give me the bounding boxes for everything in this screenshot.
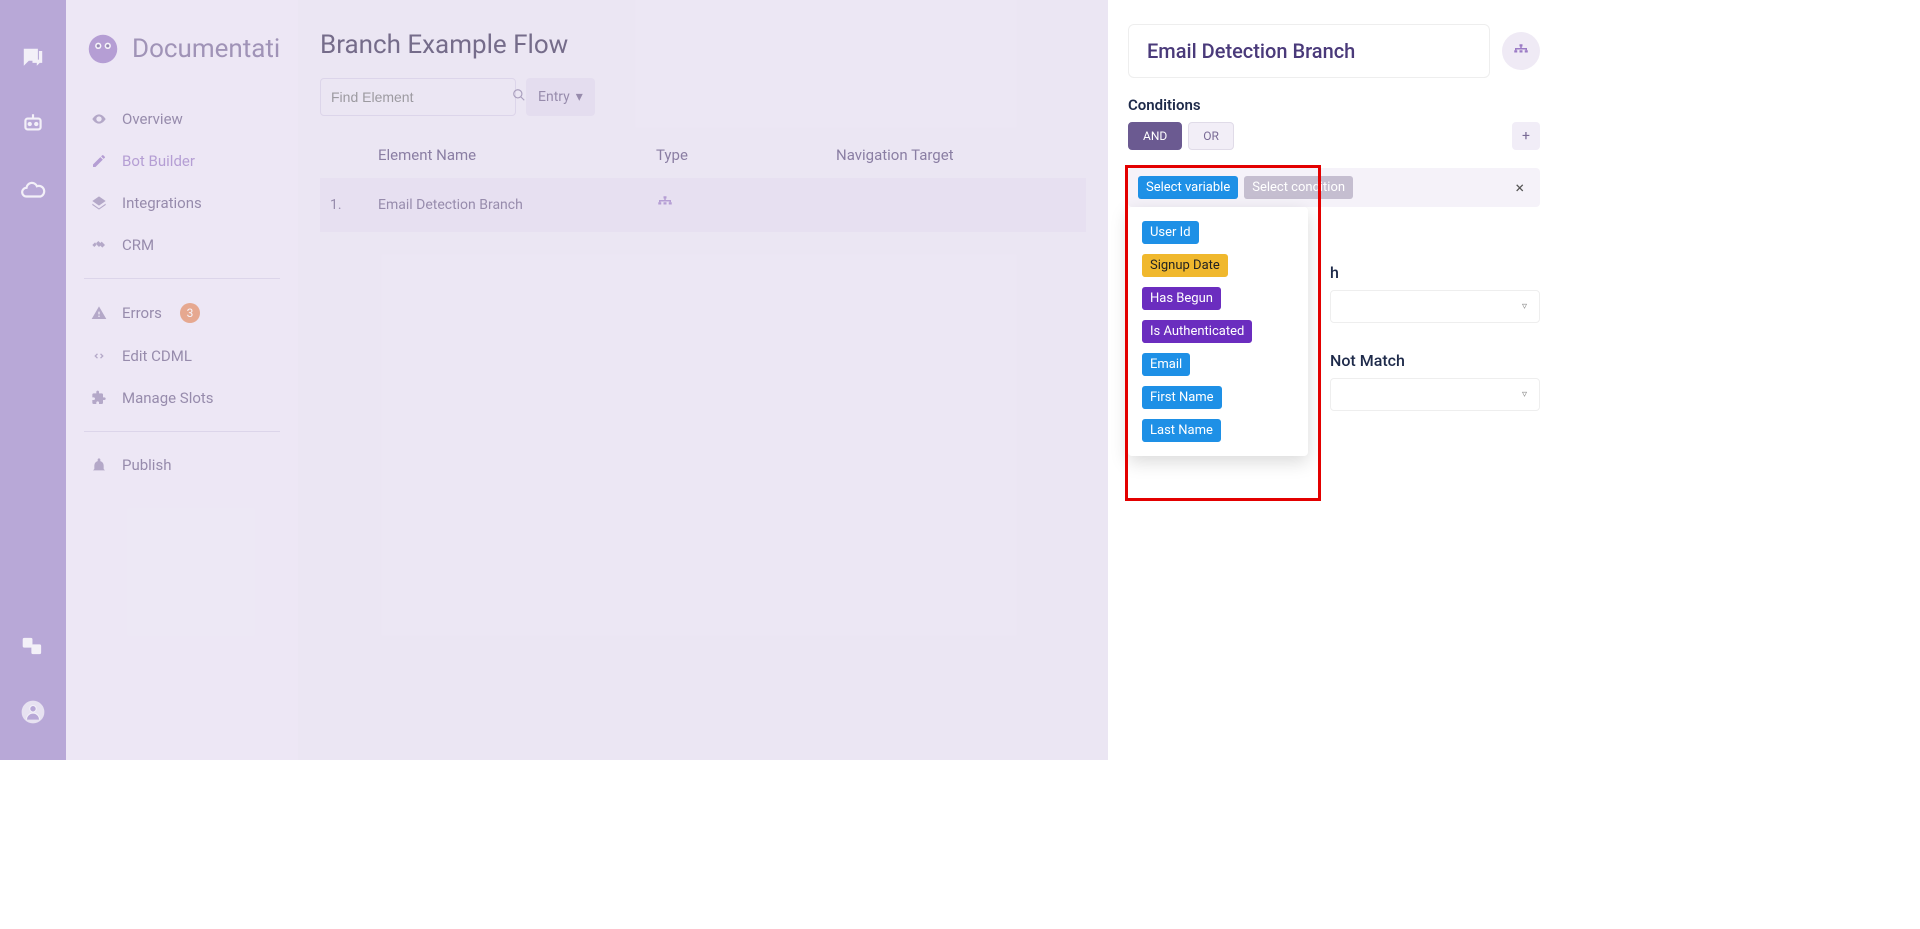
- brand-logo-icon: [84, 30, 122, 68]
- condition-row: Select variable Select condition × User …: [1128, 168, 1540, 207]
- variable-dropdown-menu: User Id Signup Date Has Begun Is Authent…: [1128, 207, 1308, 456]
- row-index: 1.: [330, 197, 378, 213]
- svg-text:A: A: [25, 639, 30, 647]
- sidebar-item-manage-slots[interactable]: Manage Slots: [76, 377, 288, 419]
- bot-icon[interactable]: [15, 106, 51, 142]
- search-input[interactable]: [331, 89, 512, 105]
- layers-icon: [90, 194, 108, 212]
- sidebar-item-publish[interactable]: Publish: [76, 444, 288, 486]
- var-is-authenticated[interactable]: Is Authenticated: [1142, 320, 1252, 343]
- sidebar-item-label: CRM: [122, 236, 154, 254]
- panel-title[interactable]: Email Detection Branch: [1128, 24, 1490, 78]
- nav-list-3: Publish: [66, 444, 298, 486]
- var-user-id[interactable]: User Id: [1142, 221, 1199, 244]
- select-condition-chip[interactable]: Select condition: [1244, 176, 1353, 199]
- var-email[interactable]: Email: [1142, 353, 1190, 376]
- eye-icon: [90, 110, 108, 128]
- find-element-search[interactable]: [320, 78, 516, 116]
- remove-condition-button[interactable]: ×: [1509, 178, 1530, 197]
- cloud-icon[interactable]: [15, 172, 51, 208]
- sidebar-item-label: Overview: [122, 110, 183, 128]
- sidebar-item-label: Integrations: [122, 194, 202, 212]
- var-has-begun[interactable]: Has Begun: [1142, 287, 1221, 310]
- and-button[interactable]: AND: [1128, 122, 1182, 150]
- page-title: Branch Example Flow: [298, 30, 1108, 78]
- branch-type-icon[interactable]: [1502, 32, 1540, 70]
- sidebar-item-label: Publish: [122, 456, 171, 474]
- broadcast-icon: [90, 456, 108, 474]
- iconbar: A: [0, 0, 66, 760]
- entry-dropdown[interactable]: Entry ▾: [526, 78, 595, 116]
- conditions-label: Conditions: [1128, 96, 1540, 114]
- sidebar-item-integrations[interactable]: Integrations: [76, 182, 288, 224]
- toolbar: Entry ▾: [298, 78, 1108, 132]
- warning-icon: [90, 304, 108, 322]
- sidebar-item-errors[interactable]: Errors 3: [76, 291, 288, 335]
- or-button[interactable]: OR: [1188, 122, 1234, 150]
- brand-title: Documentation: [132, 34, 280, 64]
- col-type: Type: [656, 146, 836, 164]
- brand: Documentation: [66, 30, 298, 98]
- sidebar-item-label: Errors: [122, 304, 162, 322]
- sidebar-item-label: Bot Builder: [122, 152, 195, 170]
- chat-icon[interactable]: [15, 40, 51, 76]
- chevron-down-icon: ▾: [576, 89, 583, 105]
- sidebar-item-overview[interactable]: Overview: [76, 98, 288, 140]
- pencil-icon: [90, 152, 108, 170]
- elements-table: Element Name Type Navigation Target 1. E…: [298, 132, 1108, 232]
- sidebar-item-label: Manage Slots: [122, 389, 214, 407]
- if-match-select[interactable]: ▿: [1330, 290, 1540, 323]
- select-variable-chip[interactable]: Select variable: [1138, 176, 1238, 199]
- sidebar-item-edit-cdml[interactable]: Edit CDML: [76, 335, 288, 377]
- chevron-down-icon: ▿: [1522, 301, 1527, 312]
- conditions-section: Conditions AND OR +: [1128, 96, 1540, 150]
- sidebar: Documentation Overview Bot Builder Integ…: [66, 0, 298, 760]
- nav-list-1: Overview Bot Builder Integrations CRM: [66, 98, 298, 266]
- handshake-icon: [90, 236, 108, 254]
- var-first-name[interactable]: First Name: [1142, 386, 1222, 409]
- col-navigation-target: Navigation Target: [836, 146, 1076, 164]
- row-name: Email Detection Branch: [378, 197, 656, 213]
- puzzle-icon: [90, 389, 108, 407]
- dropdown-label: Entry: [538, 89, 570, 105]
- table-row[interactable]: 1. Email Detection Branch: [320, 178, 1086, 232]
- if-not-match-select[interactable]: ▿: [1330, 378, 1540, 411]
- nav-list-2: Errors 3 Edit CDML Manage Slots: [66, 291, 298, 419]
- var-signup-date[interactable]: Signup Date: [1142, 254, 1228, 277]
- col-element-name: Element Name: [378, 146, 656, 164]
- search-icon: [512, 88, 526, 106]
- errors-badge: 3: [180, 303, 200, 323]
- main-content: Branch Example Flow Entry ▾ Element Name…: [298, 0, 1108, 760]
- add-condition-button[interactable]: +: [1512, 122, 1540, 150]
- sidebar-item-bot-builder[interactable]: Bot Builder: [76, 140, 288, 182]
- chevron-down-icon: ▿: [1522, 389, 1527, 400]
- translate-icon[interactable]: A: [15, 628, 51, 664]
- branch-icon: [656, 194, 674, 212]
- detail-panel: Email Detection Branch Conditions AND OR…: [1108, 0, 1560, 760]
- sidebar-item-crm[interactable]: CRM: [76, 224, 288, 266]
- user-icon[interactable]: [15, 694, 51, 730]
- sidebar-item-label: Edit CDML: [122, 347, 192, 365]
- code-icon: [90, 347, 108, 365]
- var-last-name[interactable]: Last Name: [1142, 419, 1221, 442]
- table-header: Element Name Type Navigation Target: [320, 132, 1086, 178]
- panel-header: Email Detection Branch: [1128, 24, 1540, 78]
- row-type: [656, 194, 836, 216]
